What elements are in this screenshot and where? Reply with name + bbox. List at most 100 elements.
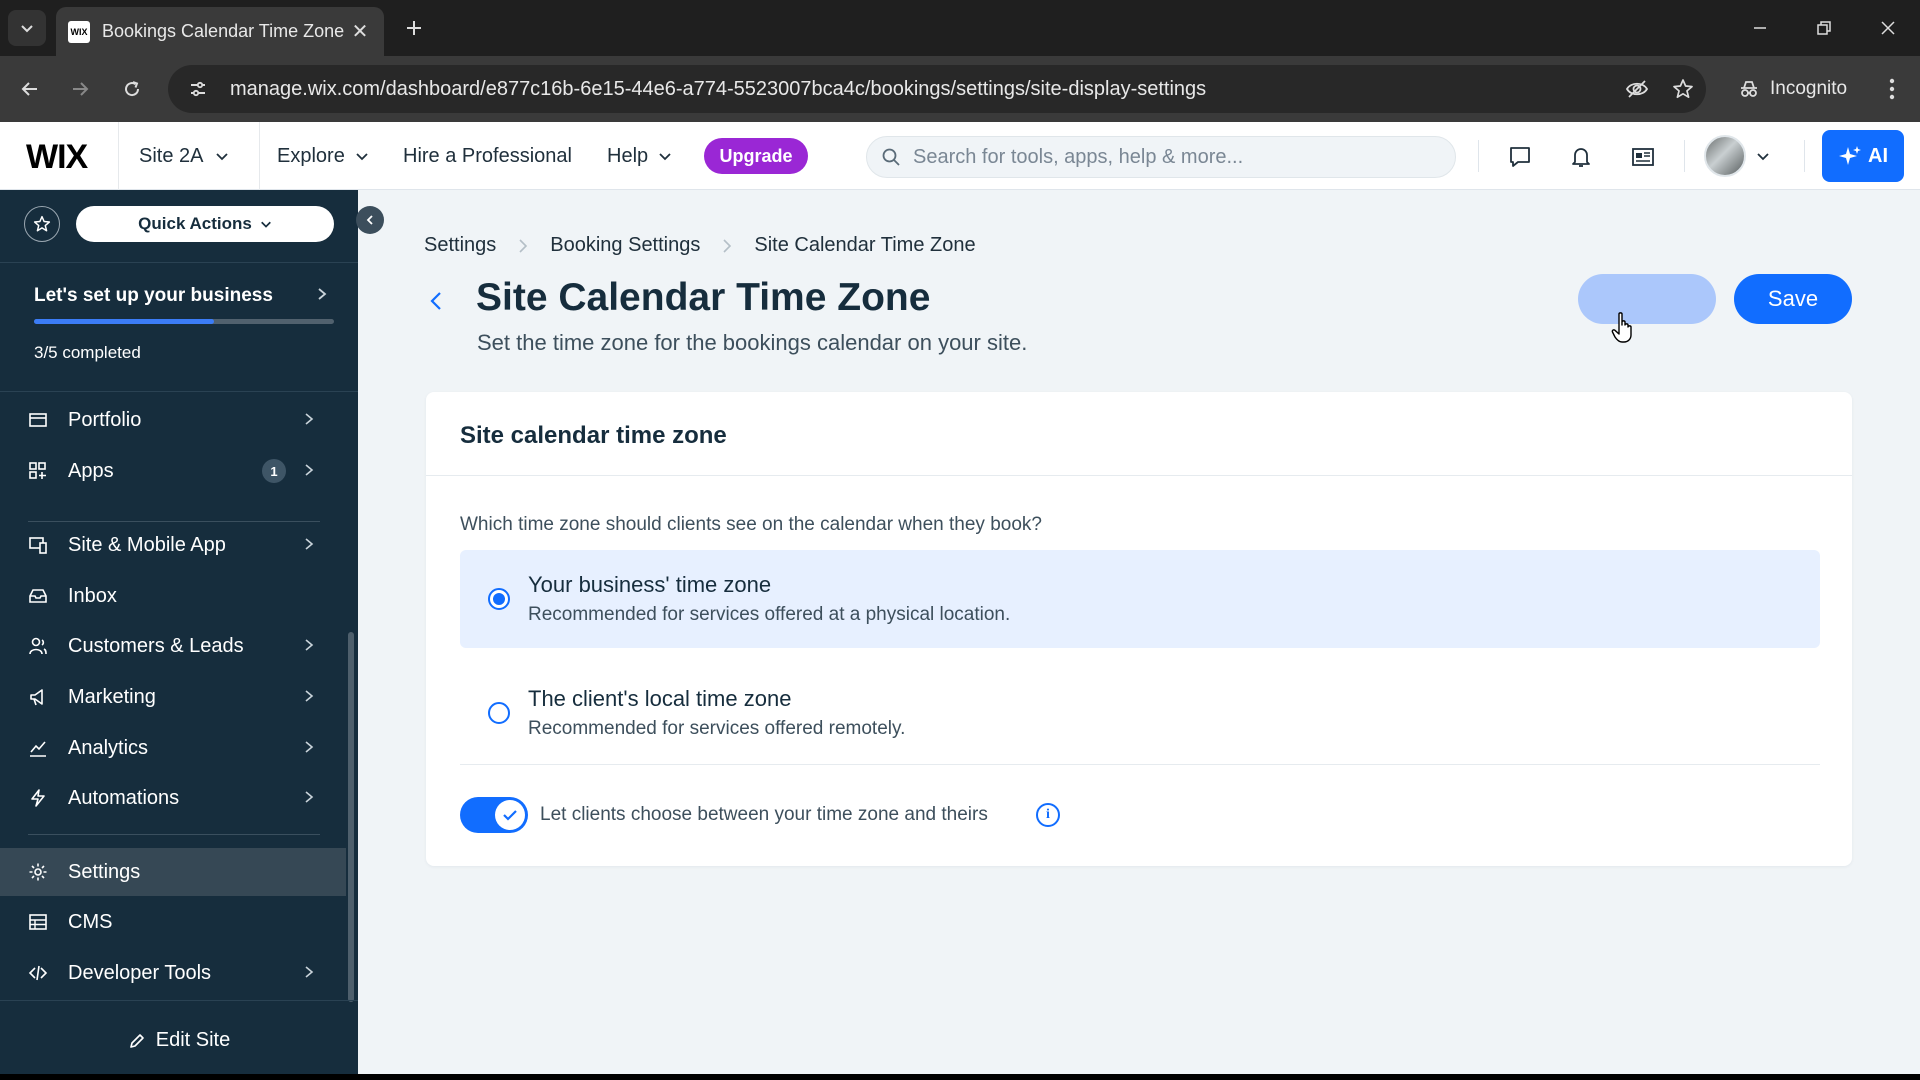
ai-label: AI xyxy=(1868,144,1888,167)
pencil-icon xyxy=(129,1033,144,1048)
chevron-down-icon xyxy=(216,153,229,161)
tab-search-button[interactable] xyxy=(8,10,46,46)
chevron-left-icon xyxy=(366,215,373,225)
sidebar: Quick Actions Let's set up your business… xyxy=(0,190,358,1080)
chevron-right-icon xyxy=(304,412,314,426)
chat-icon[interactable] xyxy=(1502,139,1538,175)
incognito-label: Incognito xyxy=(1770,78,1848,99)
marketing-icon xyxy=(28,687,48,707)
notifications-bell-icon[interactable] xyxy=(1563,139,1599,175)
sidebar-item-label: CMS xyxy=(68,910,113,933)
new-tab-icon[interactable] xyxy=(398,12,430,44)
chevron-right-icon xyxy=(304,740,314,754)
sidebar-item-developer-tools[interactable]: Developer Tools xyxy=(0,949,346,997)
apps-icon xyxy=(28,461,48,481)
toolbar-divider xyxy=(1804,140,1805,172)
account-menu[interactable] xyxy=(1704,135,1770,177)
tracking-protection-icon[interactable] xyxy=(1614,77,1660,101)
minimize-icon[interactable] xyxy=(1728,0,1792,56)
option-client-time-zone[interactable]: The client's local time zone Recommended… xyxy=(460,664,1820,762)
chevron-right-icon xyxy=(304,790,314,804)
sidebar-item-inbox[interactable]: Inbox xyxy=(0,572,346,620)
browser-menu-icon[interactable] xyxy=(1874,71,1910,107)
sidebar-item-label: Inbox xyxy=(68,584,117,607)
radio-client-time-zone[interactable] xyxy=(488,702,510,724)
hire-professional-link[interactable]: Hire a Professional xyxy=(403,122,572,190)
settings-gear-icon xyxy=(28,862,48,882)
sidebar-item-label: Automations xyxy=(68,786,180,809)
site-info-icon[interactable] xyxy=(178,79,218,99)
toggle-label: Let clients choose between your time zon… xyxy=(540,804,988,825)
close-window-icon[interactable] xyxy=(1856,0,1920,56)
back-icon[interactable] xyxy=(12,71,48,107)
address-bar[interactable]: manage.wix.com/dashboard/e877c16b-6e15-4… xyxy=(168,65,1706,113)
chevron-down-icon xyxy=(659,153,671,161)
sidebar-item-label: Apps xyxy=(68,459,114,482)
option-title: The client's local time zone xyxy=(528,686,792,711)
url-text[interactable]: manage.wix.com/dashboard/e877c16b-6e15-4… xyxy=(230,78,1614,101)
help-menu[interactable]: Help xyxy=(607,122,672,190)
option-business-time-zone[interactable]: Your business' time zone Recommended for… xyxy=(460,550,1820,648)
save-button[interactable]: Save xyxy=(1734,274,1852,324)
page-title: Site Calendar Time Zone xyxy=(476,276,931,319)
setup-progress-widget[interactable]: Let's set up your business 3/5 completed xyxy=(0,262,358,392)
breadcrumb: Settings Booking Settings Site Calendar … xyxy=(424,234,976,257)
site-switcher[interactable]: Site 2A xyxy=(118,122,260,190)
time-zone-question: Which time zone should clients see on th… xyxy=(460,514,1042,535)
sidebar-item-portfolio[interactable]: Portfolio xyxy=(0,396,346,444)
sidebar-item-apps[interactable]: Apps 1 xyxy=(0,447,346,495)
incognito-indicator[interactable]: Incognito xyxy=(1718,65,1858,113)
sidebar-item-site-mobile-app[interactable]: Site & Mobile App xyxy=(0,521,346,569)
site-news-icon[interactable] xyxy=(1625,139,1661,175)
search-bar[interactable] xyxy=(866,136,1456,178)
sidebar-item-label: Site & Mobile App xyxy=(68,533,226,556)
sidebar-item-marketing[interactable]: Marketing xyxy=(0,673,346,721)
upgrade-button[interactable]: Upgrade xyxy=(704,138,808,174)
search-input[interactable] xyxy=(913,145,1413,169)
wix-logo[interactable]: WIX xyxy=(26,138,88,177)
chevron-right-icon xyxy=(304,537,314,551)
avatar[interactable] xyxy=(1704,135,1746,177)
favorites-star-icon[interactable] xyxy=(24,206,60,242)
bottom-edge xyxy=(0,1074,1920,1080)
breadcrumb-booking-settings[interactable]: Booking Settings xyxy=(550,234,700,257)
ai-assistant-button[interactable]: AI xyxy=(1822,130,1904,182)
let-clients-choose-toggle[interactable] xyxy=(460,797,528,833)
breadcrumb-settings[interactable]: Settings xyxy=(424,234,496,257)
sidebar-item-analytics[interactable]: Analytics xyxy=(0,724,346,772)
customers-icon xyxy=(28,636,48,656)
reload-icon[interactable] xyxy=(114,71,150,107)
tab-title: Bookings Calendar Time Zone | xyxy=(102,21,348,41)
sidebar-scrollbar[interactable] xyxy=(348,632,354,1002)
browser-toolbar: manage.wix.com/dashboard/e877c16b-6e15-4… xyxy=(0,56,1920,122)
hire-label: Hire a Professional xyxy=(403,144,572,167)
sidebar-item-label: Developer Tools xyxy=(68,961,212,984)
edit-site-button[interactable]: Edit Site xyxy=(0,1000,358,1080)
explore-menu[interactable]: Explore xyxy=(277,122,369,190)
cancel-button[interactable] xyxy=(1578,274,1716,324)
option-description: Recommended for services offered remotel… xyxy=(528,718,906,739)
sidebar-item-automations[interactable]: Automations xyxy=(0,774,346,822)
chevron-right-icon xyxy=(304,689,314,703)
radio-business-time-zone[interactable] xyxy=(488,588,510,610)
browser-tab[interactable]: WIX Bookings Calendar Time Zone | ✕ xyxy=(56,7,384,56)
portfolio-icon xyxy=(28,410,48,430)
forward-icon[interactable] xyxy=(62,71,98,107)
collapse-sidebar-button[interactable] xyxy=(356,206,384,234)
explore-label: Explore xyxy=(277,144,345,167)
breadcrumb-separator-icon xyxy=(518,238,528,254)
sidebar-item-label: Portfolio xyxy=(68,408,142,431)
time-zone-card: Site calendar time zone Which time zone … xyxy=(426,392,1852,866)
sidebar-item-settings[interactable]: Settings xyxy=(0,848,346,896)
setup-progress-bar xyxy=(34,319,334,324)
restore-icon[interactable] xyxy=(1792,0,1856,56)
info-icon[interactable]: i xyxy=(1036,803,1060,827)
quick-actions-label: Quick Actions xyxy=(138,214,252,233)
bookmark-star-icon[interactable] xyxy=(1660,78,1706,100)
chevron-down-icon xyxy=(260,221,271,228)
back-arrow-icon[interactable] xyxy=(424,288,448,314)
quick-actions-button[interactable]: Quick Actions xyxy=(76,206,334,242)
tab-close-icon[interactable]: ✕ xyxy=(348,19,372,44)
sidebar-item-customers-leads[interactable]: Customers & Leads xyxy=(0,622,346,670)
sidebar-item-cms[interactable]: CMS xyxy=(0,898,346,946)
